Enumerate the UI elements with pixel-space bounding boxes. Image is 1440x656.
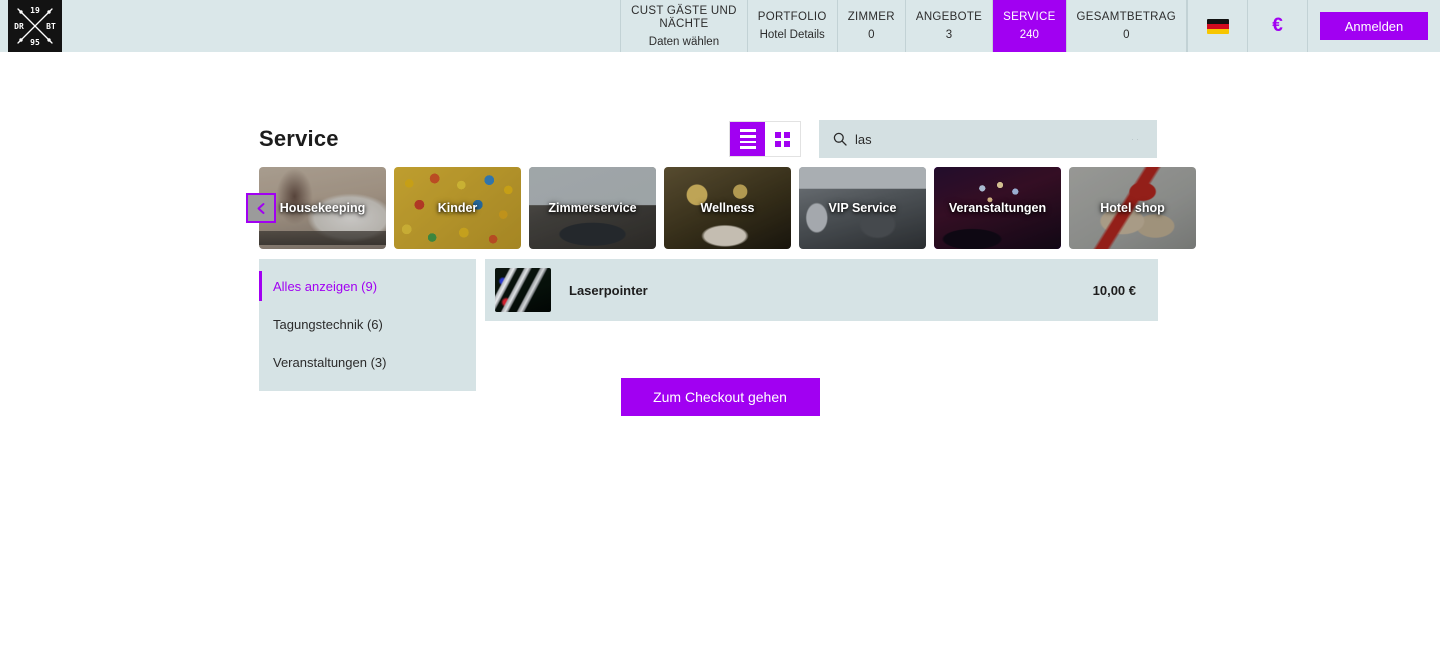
filter-item-label: Tagungstechnik (6) [273, 316, 383, 332]
filter-item-label: Alles anzeigen (9) [273, 278, 378, 294]
grid-view-button[interactable] [765, 122, 800, 156]
category-label: Hotel shop [1100, 201, 1165, 215]
nav-tab-zimmer[interactable]: ZIMMER 0 [836, 0, 905, 52]
product-thumbnail [495, 268, 551, 312]
header-nav-tabs: CUST GÄSTE UND NÄCHTE Daten wählen PORTF… [620, 0, 1187, 52]
page-header-row: Service las ·· [259, 120, 1157, 158]
checkout-area: Zum Checkout gehen [0, 378, 1440, 416]
login-button[interactable]: Anmelden [1320, 12, 1428, 40]
search-icon [833, 132, 847, 146]
product-name: Laserpointer [569, 282, 648, 298]
page-body: Service las ·· Housekeeping Kinder Zimme… [0, 52, 1440, 656]
login-area: Anmelden [1307, 0, 1440, 52]
results-list: Laserpointer 10,00 € [485, 259, 1158, 321]
filter-item-tagungstechnik[interactable]: Tagungstechnik (6) [259, 305, 476, 343]
table-row[interactable]: Laserpointer 10,00 € [485, 259, 1158, 321]
german-flag-icon [1206, 18, 1229, 34]
filter-item-label: Veranstaltungen (3) [273, 354, 387, 370]
svg-text:95: 95 [30, 38, 40, 47]
header-spacer [70, 0, 620, 52]
category-tile-veranstaltungen[interactable]: Veranstaltungen [934, 167, 1061, 249]
currency-selector[interactable]: € [1247, 0, 1307, 52]
language-selector[interactable] [1187, 0, 1247, 52]
category-label: Veranstaltungen [948, 201, 1047, 215]
nav-tab-gesamtbetrag[interactable]: GESAMTBETRAG 0 [1065, 0, 1187, 52]
nav-tab-zimmer-label: ZIMMER [847, 11, 895, 23]
page-title: Service [259, 126, 339, 151]
nav-tab-service-label: SERVICE [1003, 11, 1056, 23]
svg-text:19: 19 [30, 6, 40, 15]
category-label: Wellness [700, 201, 755, 215]
nav-tab-dates[interactable]: CUST GÄSTE UND NÄCHTE Daten wählen [620, 0, 747, 52]
category-tile-hotel-shop[interactable]: Hotel shop [1069, 167, 1196, 249]
category-label: Kinder [437, 201, 478, 215]
search-trailing-dots: ·· [1131, 134, 1141, 144]
euro-icon: € [1272, 15, 1283, 36]
app-header: 19 DR BT 95 CUST GÄSTE UND NÄCHTE Daten … [0, 0, 1440, 52]
filter-sidebar: Alles anzeigen (9) Tagungstechnik (6) Ve… [259, 259, 476, 391]
category-label: VIP Service [828, 201, 897, 215]
nav-tab-portfolio-value: Hotel Details [759, 29, 825, 41]
category-tile-zimmerservice[interactable]: Zimmerservice [529, 167, 656, 249]
search-input[interactable]: las ·· [819, 120, 1157, 158]
list-view-icon [739, 129, 756, 149]
category-carousel: Housekeeping Kinder Zimmerservice Wellne… [259, 167, 1196, 249]
go-to-checkout-button[interactable]: Zum Checkout gehen [620, 378, 820, 416]
category-label: Housekeeping [279, 201, 366, 215]
search-input-value: las [855, 131, 872, 147]
carousel-prev-button[interactable] [246, 193, 276, 223]
nav-tab-dates-label: CUST GÄSTE UND NÄCHTE [631, 4, 737, 30]
nav-tab-gesamtbetrag-label: GESAMTBETRAG [1076, 11, 1176, 23]
grid-view-icon [775, 131, 790, 147]
brand-logo[interactable]: 19 DR BT 95 [0, 0, 70, 52]
svg-text:DR: DR [14, 22, 24, 31]
chevron-left-icon [257, 202, 264, 214]
nav-tab-angebote-value: 3 [945, 29, 953, 41]
nav-tab-portfolio[interactable]: PORTFOLIO Hotel Details [746, 0, 837, 52]
filter-item-all[interactable]: Alles anzeigen (9) [259, 267, 476, 305]
crest-icon: 19 DR BT 95 [8, 0, 62, 52]
nav-tab-portfolio-label: PORTFOLIO [757, 11, 827, 23]
category-tile-wellness[interactable]: Wellness [664, 167, 791, 249]
category-label: Zimmerservice [548, 201, 637, 215]
nav-tab-dates-value: Daten wählen [648, 35, 720, 48]
nav-tab-gesamtbetrag-value: 0 [1123, 29, 1130, 41]
nav-tab-angebote[interactable]: ANGEBOTE 3 [904, 0, 992, 52]
nav-tab-service[interactable]: SERVICE 240 [992, 0, 1066, 52]
view-toggle-group [729, 121, 801, 157]
filter-item-veranstaltungen[interactable]: Veranstaltungen (3) [259, 343, 476, 381]
category-tile-kinder[interactable]: Kinder [394, 167, 521, 249]
nav-tab-service-value: 240 [1019, 29, 1039, 41]
category-tile-housekeeping[interactable]: Housekeeping [259, 167, 386, 249]
category-tile-vip-service[interactable]: VIP Service [799, 167, 926, 249]
product-price: 10,00 € [1092, 282, 1136, 298]
nav-tab-angebote-label: ANGEBOTE [915, 11, 983, 23]
svg-text:BT: BT [46, 22, 56, 31]
nav-tab-zimmer-value: 0 [868, 29, 875, 41]
list-view-button[interactable] [730, 122, 765, 156]
